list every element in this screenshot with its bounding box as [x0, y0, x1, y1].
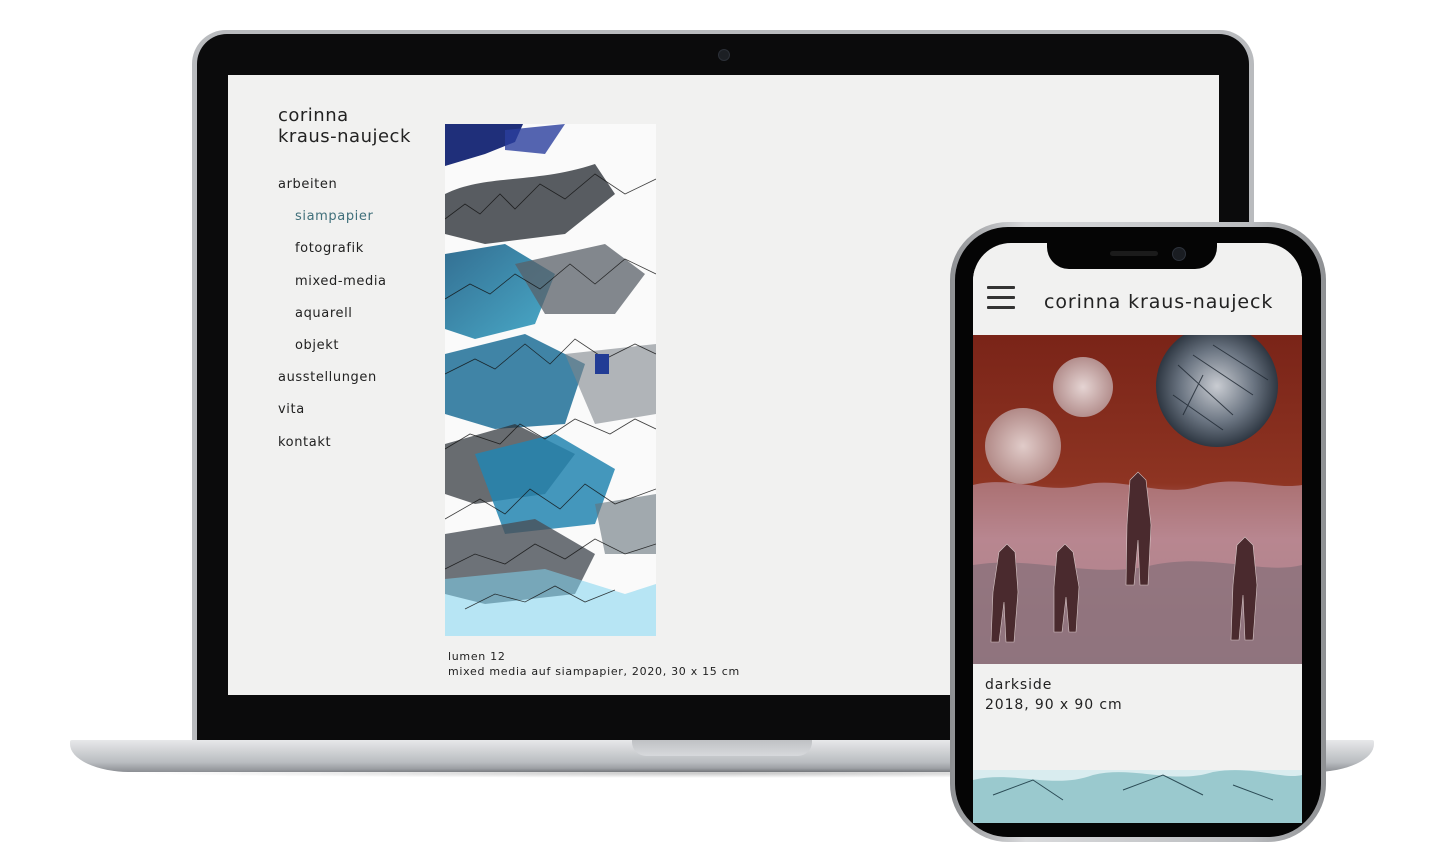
nav-item-ausstellungen[interactable]: ausstellungen	[278, 370, 387, 402]
nav-item-mixed-media[interactable]: mixed-media	[278, 274, 387, 306]
nav-item-vita[interactable]: vita	[278, 402, 387, 434]
front-camera-icon	[1172, 247, 1186, 261]
site-title[interactable]: corinna kraus-naujeck	[278, 105, 411, 147]
nav-item-aquarell[interactable]: aquarell	[278, 306, 387, 338]
nav-item-arbeiten[interactable]: arbeiten	[278, 177, 387, 209]
hamburger-menu-icon[interactable]	[987, 286, 1015, 310]
nav-item-siampapier[interactable]: siampapier	[278, 209, 387, 241]
nav-item-fotografik[interactable]: fotografik	[278, 241, 387, 273]
artwork-caption: lumen 12 mixed media auf siampapier, 202…	[448, 649, 740, 679]
artwork-title: lumen 12	[448, 650, 506, 663]
speaker-grille	[1110, 251, 1158, 256]
mobile-website: corinna kraus-naujeck darkside 2018, 90 …	[973, 243, 1302, 823]
artwork-darkside-image[interactable]	[973, 335, 1302, 664]
mobile-header: corinna kraus-naujeck	[973, 269, 1302, 335]
artwork-details: mixed media auf siampapier, 2020, 30 x 1…	[448, 665, 740, 678]
mobile-artwork-caption: darkside 2018, 90 x 90 cm	[985, 675, 1123, 715]
mobile-artwork-title: darkside	[985, 677, 1053, 693]
next-artwork-image[interactable]	[973, 770, 1302, 823]
nav-item-kontakt[interactable]: kontakt	[278, 435, 387, 467]
artwork-lumen-12-image[interactable]	[445, 124, 656, 636]
main-navigation: arbeiten siampapier fotografik mixed-media a…	[278, 177, 387, 467]
webcam-icon	[718, 49, 730, 61]
phone-notch	[1047, 243, 1217, 269]
nav-item-objekt[interactable]: objekt	[278, 338, 387, 370]
laptop-opening-notch	[632, 740, 812, 756]
mobile-site-title[interactable]: corinna kraus-naujeck	[1044, 291, 1273, 313]
mobile-artwork-details: 2018, 90 x 90 cm	[985, 697, 1123, 713]
